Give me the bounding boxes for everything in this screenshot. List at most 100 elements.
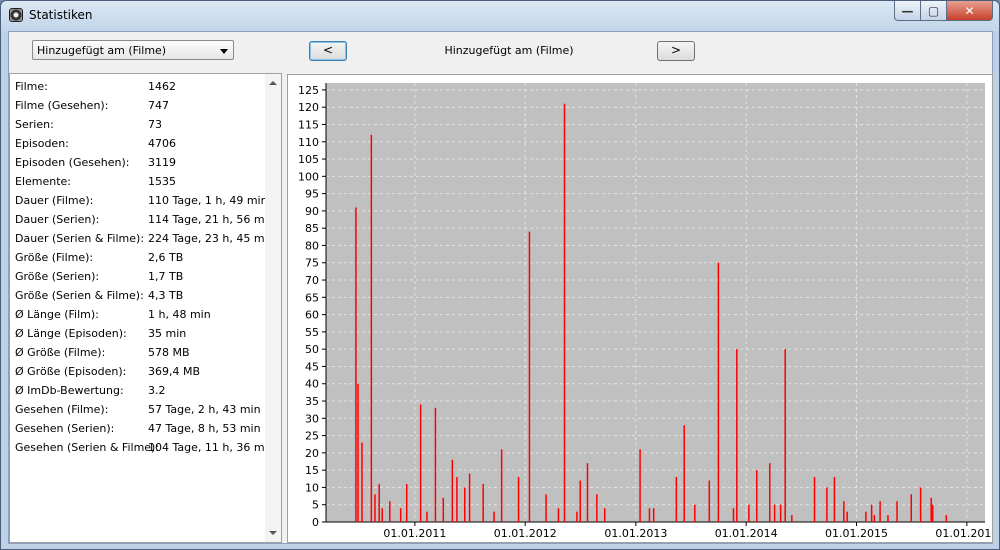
chart-bar <box>919 487 922 522</box>
statistic-type-dropdown[interactable]: Hinzugefügt am (Filme) <box>32 40 234 60</box>
stats-row: Dauer (Filme): 110 Tage, 1 h, 49 min <box>15 194 268 210</box>
chart-bar <box>563 103 566 522</box>
plot-area <box>326 83 985 522</box>
chart-bar <box>374 494 376 522</box>
stats-label: Dauer (Serien & Filme): <box>15 232 145 245</box>
x-tick-label: 01.01.2016 <box>935 527 993 540</box>
stats-row: Ø Größe (Episoden): 369,4 MB <box>15 365 265 381</box>
stats-label: Größe (Serien & Filme): <box>15 289 144 302</box>
stats-label: Gesehen (Serien & Filme): <box>15 441 160 454</box>
y-tick-label: 30 <box>305 412 319 425</box>
y-tick-label: 60 <box>305 309 319 322</box>
stats-label: Episoden: <box>15 137 69 150</box>
scroll-down-arrow-icon[interactable] <box>269 531 277 535</box>
chart-bar <box>603 508 606 522</box>
stats-label: Größe (Serien): <box>15 270 100 283</box>
chart-bar <box>756 470 758 522</box>
stats-row: Ø Größe (Filme): 578 MB <box>15 346 265 362</box>
stats-value: 224 Tage, 23 h, 45 min <box>148 232 275 245</box>
y-tick-label: 55 <box>305 326 319 339</box>
stats-list[interactable]: Filme: 1462 Filme (Gesehen): 747 Serien: 73 Ep… <box>9 73 282 543</box>
stats-row: Episoden (Gesehen): 3119 <box>15 156 265 172</box>
chart-bar <box>865 511 867 522</box>
chart-bar <box>717 262 720 522</box>
y-tick-label: 5 <box>312 499 319 512</box>
x-tick-label: 01.01.2014 <box>715 527 778 540</box>
stats-value: 369,4 MB <box>148 365 201 378</box>
y-tick-label: 35 <box>305 395 319 408</box>
stats-value: 4,3 TB <box>148 289 184 302</box>
chevron-down-icon[interactable] <box>220 49 228 54</box>
maximize-button[interactable]: ▢ <box>920 1 947 21</box>
stats-value: 35 min <box>148 327 187 340</box>
chart-bar <box>468 473 471 522</box>
y-tick-label: 25 <box>305 430 319 443</box>
y-tick-label: 65 <box>305 291 319 304</box>
chart-bar <box>675 477 678 522</box>
chart-bar <box>357 383 359 522</box>
dropdown-selected-value: Hinzugefügt am (Filme) <box>37 44 167 57</box>
stats-value: 73 <box>148 118 162 131</box>
minimize-button[interactable]: — <box>894 1 921 21</box>
y-tick-label: 105 <box>298 153 319 166</box>
chart-bar <box>843 501 845 522</box>
chart-bar <box>879 501 881 522</box>
y-tick-label: 45 <box>305 360 319 373</box>
stats-row: Ø Länge (Film): 1 h, 48 min <box>15 308 265 324</box>
y-tick-label: 40 <box>305 378 319 391</box>
statistics-window: Statistiken — ▢ ✕ Hinzugefügt am (Filme)… <box>0 0 1000 550</box>
scroll-up-arrow-icon[interactable] <box>269 81 277 85</box>
stats-value: 4706 <box>148 137 176 150</box>
y-tick-label: 85 <box>305 222 319 235</box>
chart-bar <box>586 463 589 522</box>
x-tick-label: 01.01.2011 <box>383 527 446 540</box>
stats-row: Ø Länge (Episoden): 35 min <box>15 327 265 343</box>
chart-bar <box>652 508 655 522</box>
stats-label: Ø Größe (Filme): <box>15 346 106 359</box>
chart-bar <box>419 404 422 522</box>
chart-bar <box>528 231 531 522</box>
stats-row: Dauer (Serien): 114 Tage, 21 h, 56 min <box>15 213 275 229</box>
chart-bar <box>579 480 581 522</box>
chart-bar <box>378 483 380 522</box>
stats-row: Ø ImDb-Bewertung: 3.2 <box>15 384 265 400</box>
chart-bar <box>648 508 651 522</box>
chart-bar <box>389 501 391 522</box>
stats-label: Filme (Gesehen): <box>15 99 109 112</box>
x-tick-label: 01.01.2012 <box>494 527 557 540</box>
chart-bar <box>833 477 836 522</box>
chart-bar <box>784 349 786 522</box>
previous-button[interactable]: < <box>309 41 347 61</box>
y-tick-label: 90 <box>305 205 319 218</box>
stats-value: 104 Tage, 11 h, 36 min <box>148 441 275 454</box>
chart-bar <box>355 207 357 522</box>
chart-bar <box>545 494 547 522</box>
y-tick-label: 15 <box>305 464 319 477</box>
chart-bar <box>813 477 816 522</box>
chart-bar <box>557 508 560 522</box>
chart-bar <box>456 477 458 522</box>
chart-bar <box>482 483 484 522</box>
chart-bar <box>708 480 711 522</box>
chart-bar <box>791 515 793 522</box>
title-bar[interactable]: Statistiken — ▢ ✕ <box>1 1 999 31</box>
y-tick-label: 115 <box>298 118 319 131</box>
chart-bar <box>405 483 408 522</box>
stats-label: Ø Größe (Episoden): <box>15 365 127 378</box>
stats-label: Dauer (Filme): <box>15 194 94 207</box>
stats-label: Gesehen (Serien): <box>15 422 115 435</box>
close-button[interactable]: ✕ <box>946 1 993 21</box>
stats-row: Filme (Gesehen): 747 <box>15 99 265 115</box>
x-tick-label: 01.01.2013 <box>604 527 667 540</box>
y-tick-label: 10 <box>305 481 319 494</box>
y-tick-label: 125 <box>298 84 319 97</box>
stats-label: Ø Länge (Episoden): <box>15 327 127 340</box>
stats-value: 747 <box>148 99 169 112</box>
next-button[interactable]: > <box>657 41 695 61</box>
stats-scrollbar[interactable] <box>265 74 281 542</box>
stats-label: Größe (Filme): <box>15 251 94 264</box>
y-tick-label: 75 <box>305 257 319 270</box>
chart-bar <box>779 504 782 522</box>
chart-bar <box>361 442 363 522</box>
stats-label: Filme: <box>15 80 48 93</box>
